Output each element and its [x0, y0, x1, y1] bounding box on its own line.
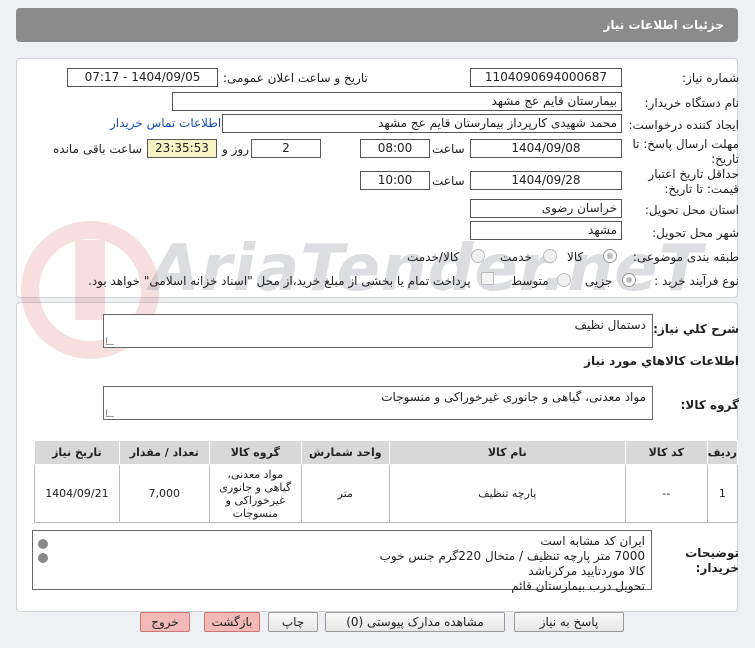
view-documents-button[interactable]: مشاهده مدارک پیوستی (0) — [325, 612, 505, 632]
watermark-text: AriaTender.neT — [150, 232, 704, 306]
buyer-notes-label-2: خریدار: — [695, 561, 739, 575]
category-option-goods: کالا — [567, 250, 584, 264]
creator-field: محمد شهیدی کارپرداز بیمارستان قایم عج مش… — [222, 114, 622, 133]
col-header-row-num: ردیف — [706, 440, 739, 465]
remaining-label: ساعت باقی مانده — [53, 142, 143, 156]
category-radio-service[interactable] — [543, 249, 557, 263]
validity-label: حداقل تاریخ اعتبار — [648, 167, 739, 181]
need-number-label: شماره نیاز: — [682, 71, 739, 85]
remaining-time-field: 23:35:53 — [147, 139, 217, 158]
send-deadline-label-2: تاریخ: — [711, 152, 739, 166]
cell-date: 1404/09/21 — [34, 464, 120, 523]
col-header-code: کد کالا — [624, 440, 708, 465]
announce-label: تاریخ و ساعت اعلان عمومی: — [223, 71, 368, 85]
announce-field: 1404/09/05 - 07:17 — [67, 68, 218, 87]
cell-code: -- — [624, 464, 708, 523]
buyer-contact-link[interactable]: اطلاعات تماس خریدار — [110, 116, 221, 130]
buyer-notes-box[interactable]: ایران کد مشابه است 7000 متر پارچه تنظیف … — [32, 530, 652, 593]
send-deadline-label: مهلت ارسال پاسخ: تا — [632, 137, 739, 151]
col-header-qty: تعداد / مقدار — [118, 440, 210, 465]
scrollbar[interactable] — [37, 537, 49, 585]
back-button[interactable]: بازگشت — [204, 612, 260, 632]
city-field: مشهد — [470, 221, 622, 240]
validity-time-label: ساعت — [432, 174, 465, 188]
group-field: مواد معدنی، گیاهی و جانوری غیرخوراکی و م… — [103, 386, 653, 420]
province-label: استان محل تحویل: — [644, 203, 739, 217]
validity-time-field: 10:00 — [360, 171, 430, 190]
group-value: مواد معدنی، گیاهی و جانوری غیرخوراکی و م… — [381, 390, 646, 404]
send-time-field: 08:00 — [360, 139, 430, 158]
exit-button[interactable]: خروج — [140, 612, 190, 632]
process-radio-minor[interactable] — [622, 273, 636, 287]
province-field: خراسان رضوی — [470, 199, 622, 218]
days-field: 2 — [251, 139, 321, 158]
process-radio-medium[interactable] — [557, 273, 571, 287]
cell-unit: متر — [300, 464, 390, 523]
category-label: طبقه بندی موضوعی: — [632, 250, 739, 264]
category-option-service: خدمت — [500, 250, 532, 264]
send-time-label: ساعت — [432, 142, 465, 156]
category-option-goods-service: کالا/خدمت — [407, 250, 460, 264]
process-option-medium: متوسط — [511, 274, 549, 288]
reply-button[interactable]: پاسخ به نیاز — [514, 612, 624, 632]
col-header-unit: واحد شمارش — [300, 440, 390, 465]
col-header-date: تاریخ نیاز — [34, 440, 120, 465]
validity-date-field: 1404/09/28 — [470, 171, 622, 190]
cell-row-num: 1 — [706, 464, 739, 523]
buyer-note-line: 7000 متر پارچه تنظیف / متخال 220گرم جنس … — [379, 549, 645, 563]
items-table: ردیف کد کالا نام کالا واحد شمارش گروه کا… — [34, 440, 739, 523]
col-header-group: گروه کالا — [208, 440, 302, 465]
buyer-org-field: بیمارستان قایم عج مشهد — [172, 92, 622, 111]
resize-grip-icon[interactable] — [106, 409, 114, 417]
print-button[interactable]: چاپ — [268, 612, 318, 632]
summary-label: شرح کلي نياز: — [653, 322, 739, 336]
page-title: جزئیات اطلاعات نیاز — [16, 8, 738, 42]
process-label: نوع فرآیند خرید : — [654, 274, 739, 288]
city-label: شهر محل تحویل: — [652, 226, 739, 240]
creator-label: ایجاد کننده درخواست: — [628, 118, 739, 132]
category-radio-goods[interactable] — [603, 249, 617, 263]
items-title: اطلاعات کالاهاي مورد نياز — [584, 354, 739, 368]
category-radio-goods-service[interactable] — [471, 249, 485, 263]
buyer-note-line: کالا موردتایید مرکزباشد — [528, 564, 645, 578]
buyer-note-line: ایران کد مشابه است — [540, 534, 645, 548]
payment-note: پرداخت تمام یا بخشی از مبلغ خرید،از محل … — [88, 274, 471, 288]
scroll-up-icon[interactable] — [38, 539, 48, 549]
cell-name: پارچه تنظیف — [388, 464, 626, 523]
validity-label-2: قیمت: تا تاریخ: — [664, 182, 739, 196]
group-label: گروه کالا: — [680, 398, 739, 412]
cell-qty: 7,000 — [118, 464, 210, 523]
buyer-notes-label: توضیحات — [685, 546, 739, 560]
summary-field: دستمال نظیف — [103, 314, 653, 348]
days-label: روز و — [222, 142, 249, 156]
summary-value: دستمال نظیف — [574, 318, 646, 332]
send-date-field: 1404/09/08 — [470, 139, 622, 158]
table-header-row: ردیف کد کالا نام کالا واحد شمارش گروه کا… — [34, 440, 739, 465]
scroll-down-icon[interactable] — [38, 553, 48, 563]
buyer-note-line: تحویل درب بیمارستان قائم — [511, 579, 645, 593]
need-number-field: 1104090694000687 — [470, 68, 622, 87]
process-option-minor: جزیی — [585, 274, 613, 288]
resize-grip-icon[interactable] — [106, 337, 114, 345]
treasury-checkbox[interactable] — [481, 272, 494, 285]
cell-group: مواد معدنی، گیاهی و جانوری غیرخوراکی و م… — [208, 464, 302, 523]
buyer-org-label: نام دستگاه خریدار: — [644, 96, 740, 110]
table-row[interactable]: 1 -- پارچه تنظیف متر مواد معدنی، گیاهی و… — [34, 464, 739, 523]
col-header-name: نام کالا — [388, 440, 626, 465]
